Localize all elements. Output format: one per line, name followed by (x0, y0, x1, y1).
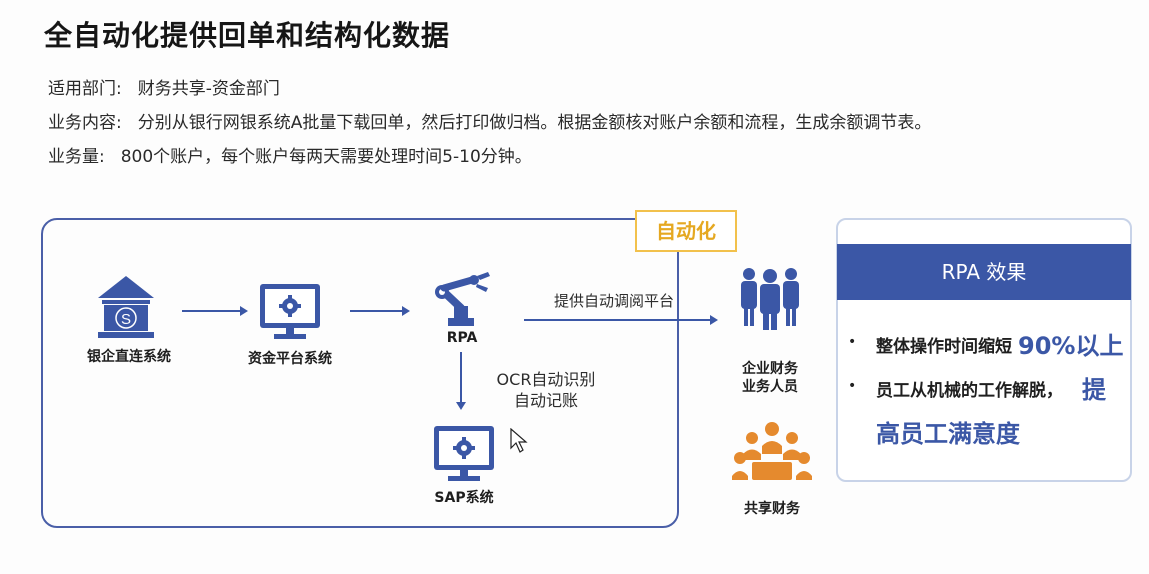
rpa-label: RPA (446, 330, 478, 346)
bank-system-label: 银企直连系统 (87, 349, 171, 365)
bullet-marker: • (848, 378, 857, 394)
volume-label: 业务量: (48, 147, 105, 167)
bullet-marker: • (848, 334, 857, 350)
fund-platform-label: 资金平台系统 (248, 351, 332, 367)
info-volume: 业务量: 800个账户，每个账户每两天需要处理时间5-10分钟。 (48, 142, 532, 167)
effect-item1-text: 整体操作时间缩短 (876, 337, 1012, 357)
review-platform-label: 提供自动调阅平台 (553, 292, 674, 310)
meeting-group-icon (732, 422, 812, 480)
arrow-right-icon (182, 306, 248, 316)
robot-arm-icon (435, 272, 490, 326)
arrow-down-icon (456, 352, 466, 410)
ocr-label-line2: 自动记账 (513, 391, 578, 410)
effect-item1-highlight: 90%以上 (1018, 332, 1124, 360)
arrow-right-icon (350, 306, 410, 316)
department-value: 财务共享-资金部门 (137, 79, 280, 99)
slide: 全自动化提供回单和结构化数据 适用部门: 财务共享-资金部门 业务内容: 分别从银行… (0, 0, 1149, 574)
people-group-icon (741, 268, 799, 330)
finance-staff-label-line1: 企业财务 (742, 361, 798, 377)
effect-item2-text: 员工从机械的工作解脱， (876, 381, 1063, 401)
effect-item2-highlight-a: 提 (1082, 376, 1106, 404)
arrow-right-icon (524, 315, 718, 325)
page-title: 全自动化提供回单和结构化数据 (44, 19, 451, 52)
volume-value: 800个账户，每个账户每两天需要处理时间5-10分钟。 (120, 147, 532, 167)
rpa-effect-header: RPA 效果 (837, 244, 1131, 300)
content-label: 业务内容: (48, 113, 122, 133)
bank-icon: S (98, 276, 154, 338)
content-value: 分别从银行网银系统A批量下载回单，然后打印做归档。根据金额核对账户余额和流程，生… (137, 113, 932, 133)
finance-staff-label-line2: 业务人员 (742, 379, 798, 395)
mouse-cursor-icon (510, 428, 528, 453)
info-content: 业务内容: 分别从银行网银系统A批量下载回单，然后打印做归档。根据金额核对账户余额… (48, 108, 931, 133)
info-department: 适用部门: 财务共享-资金部门 (48, 74, 280, 99)
monitor-gear-icon (260, 284, 320, 339)
department-label: 适用部门: (48, 79, 122, 99)
sap-system-label: SAP系统 (434, 490, 494, 506)
effect-item2-highlight-b: 高员工满意度 (876, 420, 1020, 448)
monitor-gear-icon (434, 426, 494, 481)
bank-icon-letter: S (121, 311, 131, 328)
automation-tag: 自动化 (635, 210, 737, 252)
shared-finance-label: 共享财务 (744, 501, 800, 517)
